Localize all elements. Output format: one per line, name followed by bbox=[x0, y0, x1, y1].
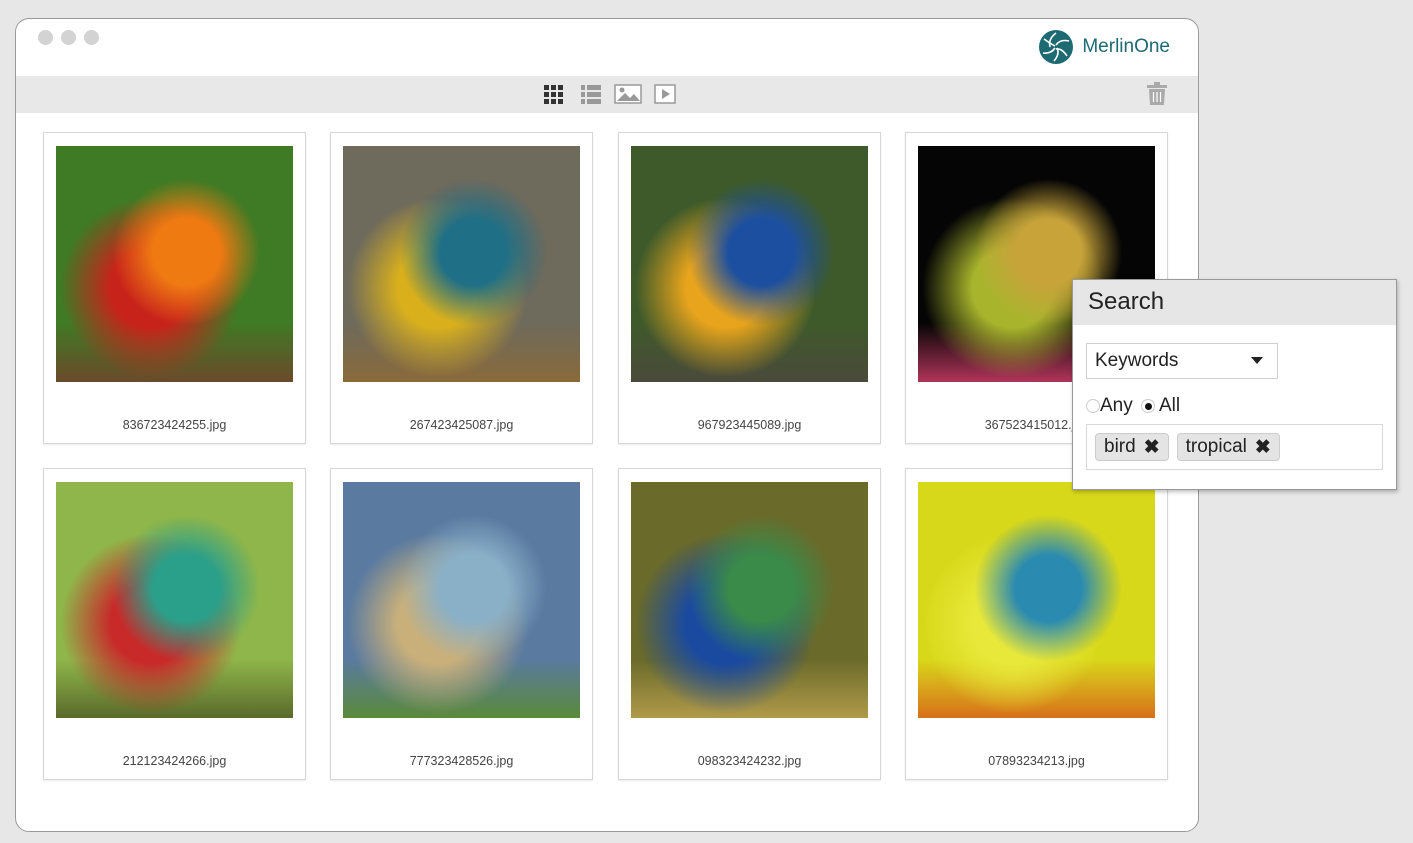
radio-any[interactable]: Any bbox=[1086, 395, 1133, 417]
dropdown-value: Keywords bbox=[1095, 350, 1179, 371]
radio-all[interactable]: All bbox=[1140, 395, 1181, 417]
asset-thumbnail[interactable] bbox=[631, 482, 868, 718]
radio-any-label: Any bbox=[1100, 395, 1133, 416]
asset-thumbnail[interactable] bbox=[343, 146, 580, 382]
asset-filename: 267423425087.jpg bbox=[409, 418, 514, 432]
asset-card[interactable]: 267423425087.jpg bbox=[330, 132, 593, 444]
remove-tag-icon[interactable]: ✖ bbox=[1255, 436, 1271, 459]
asset-filename: 098323424232.jpg bbox=[697, 754, 802, 768]
close-window-button[interactable] bbox=[38, 30, 53, 45]
asset-card[interactable]: 967923445089.jpg bbox=[618, 132, 881, 444]
asset-thumbnail[interactable] bbox=[343, 482, 580, 718]
radio-all-button[interactable] bbox=[1140, 398, 1155, 413]
trash-icon[interactable] bbox=[1146, 82, 1168, 106]
asset-thumbnail[interactable] bbox=[56, 146, 293, 382]
asset-card[interactable]: 777323428526.jpg bbox=[330, 468, 593, 780]
brand-logo: MerlinOne bbox=[1038, 29, 1170, 65]
keyword-tag: tropical ✖ bbox=[1176, 433, 1280, 461]
asset-filename: 836723424255.jpg bbox=[122, 418, 227, 432]
asset-card[interactable]: 098323424232.jpg bbox=[618, 468, 881, 780]
asset-card[interactable]: 212123424266.jpg bbox=[43, 468, 306, 780]
aperture-logo-icon bbox=[1039, 30, 1074, 64]
search-panel: Search Keywords Any All bird ✖ tropical ✖ bbox=[1072, 279, 1397, 490]
tag-label: tropical bbox=[1185, 436, 1247, 457]
asset-thumbnail[interactable] bbox=[918, 482, 1155, 718]
toolbar bbox=[16, 76, 1198, 113]
maximize-window-button[interactable] bbox=[84, 30, 99, 45]
asset-thumbnail[interactable] bbox=[56, 482, 293, 718]
asset-filename: 07893234213.jpg bbox=[988, 754, 1085, 768]
window-controls bbox=[38, 30, 99, 45]
image-filter-icon[interactable] bbox=[614, 84, 642, 104]
radio-all-label: All bbox=[1158, 395, 1181, 416]
brand-name: MerlinOne bbox=[1082, 36, 1170, 57]
radio-any-button[interactable] bbox=[1086, 398, 1100, 413]
minimize-window-button[interactable] bbox=[61, 30, 76, 45]
video-filter-icon[interactable] bbox=[654, 84, 676, 104]
asset-card[interactable]: 07893234213.jpg bbox=[905, 468, 1168, 780]
search-panel-title: Search bbox=[1073, 280, 1396, 325]
asset-filename: 212123424266.jpg bbox=[122, 754, 227, 768]
keyword-tag: bird ✖ bbox=[1095, 433, 1169, 461]
search-field-dropdown[interactable]: Keywords bbox=[1086, 343, 1278, 379]
caret-down-icon bbox=[1251, 357, 1263, 364]
grid-view-icon[interactable] bbox=[543, 84, 565, 104]
asset-filename: 967923445089.jpg bbox=[697, 418, 802, 432]
list-view-icon[interactable] bbox=[580, 84, 602, 104]
keyword-tags-input[interactable]: bird ✖ tropical ✖ bbox=[1086, 424, 1383, 470]
match-mode-radio-group: Any All bbox=[1086, 395, 1180, 417]
tag-label: bird bbox=[1104, 436, 1136, 457]
remove-tag-icon[interactable]: ✖ bbox=[1144, 436, 1160, 459]
asset-thumbnail[interactable] bbox=[631, 146, 868, 382]
asset-filename: 777323428526.jpg bbox=[409, 754, 514, 768]
asset-card[interactable]: 836723424255.jpg bbox=[43, 132, 306, 444]
